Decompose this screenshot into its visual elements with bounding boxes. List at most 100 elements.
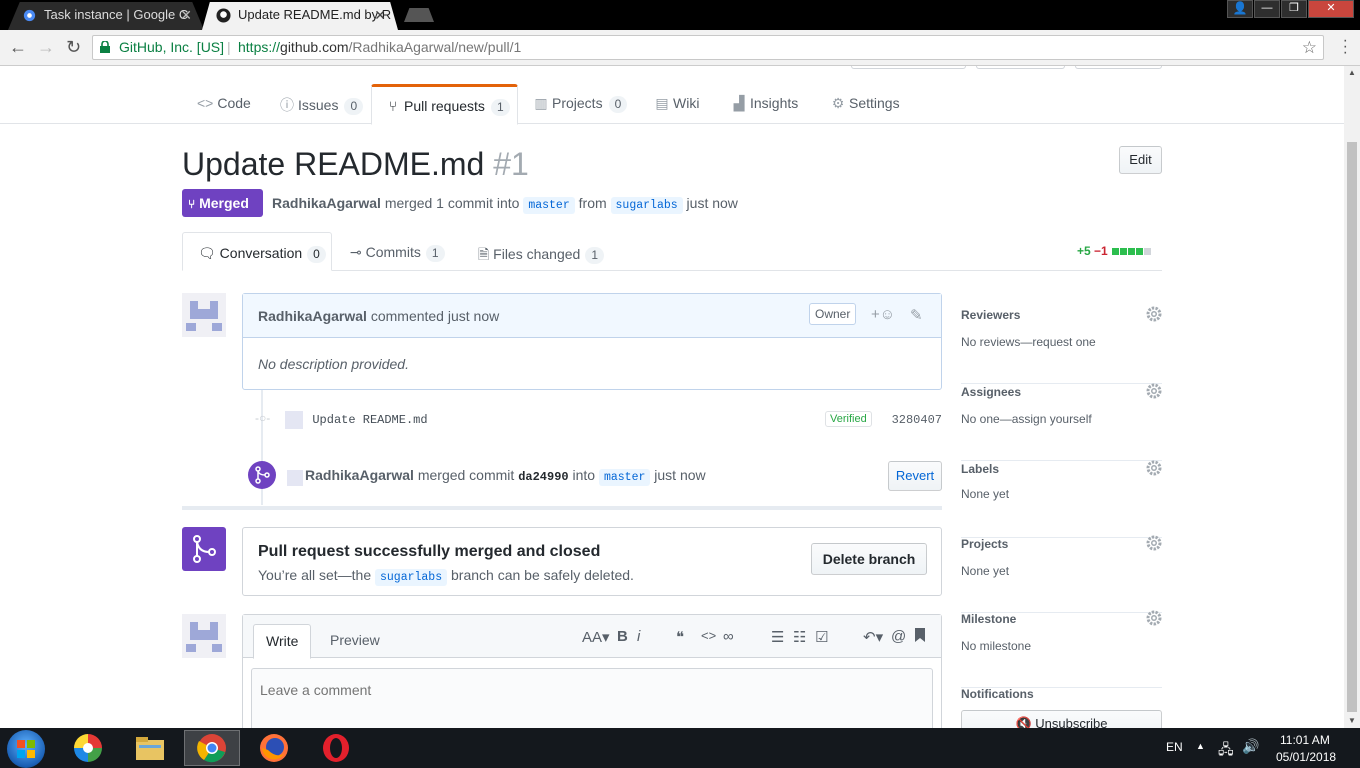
sidebar-value[interactable]: No reviews—request one [961,335,1096,349]
base-branch[interactable]: master [523,197,575,214]
repo-nav-projects[interactable]: ▥ Projects 0 [534,95,628,113]
merge-author[interactable]: RadhikaAgarwal [305,467,414,483]
avatar[interactable] [285,411,303,429]
comment-author[interactable]: RadhikaAgarwal [258,308,367,324]
minimize-button[interactable]: — [1254,0,1280,18]
taskbar-file-explorer[interactable] [122,730,178,766]
tab-write[interactable]: Write [253,624,312,659]
taskbar-chrome[interactable] [184,730,240,766]
edit-title-button[interactable]: Edit [1119,146,1162,174]
gear-icon[interactable] [1146,460,1162,476]
reload-icon[interactable]: ↻ [66,37,81,58]
folder-icon [136,737,164,760]
address-bar[interactable]: GitHub, Inc. [US] | https://github.com/R… [92,35,1324,60]
repo-nav-insights[interactable]: ▟ Insights [732,95,799,112]
numbered-list-icon[interactable]: ☷ [793,628,806,646]
back-arrow-icon[interactable]: ← [9,37,27,58]
site-identity[interactable]: GitHub, Inc. [US] [119,36,224,59]
clock-date[interactable]: 05/01/2018 [1276,750,1336,764]
verified-badge[interactable]: Verified [825,411,872,427]
sidebar-assignees[interactable]: Assignees No one—assign yourself [961,383,1162,461]
url-text[interactable]: https://github.com/RadhikaAgarwal/new/pu… [238,36,521,59]
network-icon[interactable]: 🖧 [1218,739,1234,763]
quote-icon[interactable]: ❝ [676,628,684,646]
sidebar-projects[interactable]: Projects None yet [961,535,1162,613]
count-badge: 0 [307,246,326,263]
show-hidden-icons-arrow-icon[interactable]: ▲ [1196,741,1205,751]
user-profile-icon[interactable]: 👤 [1227,0,1253,18]
scrollbar-thumb[interactable] [1347,142,1357,712]
comment-composer: Write Preview AA▾ B i ❝ <> ∞ ☰ ☷ ☑ ↶▾ @ [242,614,942,728]
input-language[interactable]: EN [1166,740,1183,754]
mention-icon[interactable]: @ [891,628,906,645]
author-link[interactable]: RadhikaAgarwal [272,195,381,211]
close-icon[interactable]: ✕ [374,2,386,28]
tab-preview[interactable]: Preview [318,624,392,659]
avatar[interactable] [287,470,303,486]
avatar[interactable] [182,293,226,337]
tab-files-changed[interactable]: 🗎 Files changed 1 [478,244,605,268]
scroll-down-arrow-icon[interactable]: ▼ [1348,716,1356,725]
italic-icon[interactable]: i [637,628,640,645]
add-reaction-icon[interactable]: +☺ [871,306,895,323]
deletable-branch[interactable]: sugarlabs [375,569,448,586]
close-icon[interactable]: ✕ [180,2,192,28]
browser-menu-icon[interactable]: · · · [1343,33,1348,61]
tab-commits[interactable]: ⊸ Commits 1 [350,244,445,262]
repo-nav-issues[interactable]: ⓘ Issues 0 [280,95,364,115]
volume-icon[interactable]: 🔊 [1242,738,1259,755]
unsubscribe-button[interactable]: 🔇 Unsubscribe [961,710,1162,728]
delete-branch-button[interactable]: Delete branch [811,543,927,575]
close-window-button[interactable]: ✕ [1308,0,1354,18]
forward-arrow-icon[interactable]: → [37,37,55,58]
start-button[interactable] [7,730,45,768]
merge-commit-sha[interactable]: da24990 [518,470,568,484]
revert-button[interactable]: Revert [888,461,942,491]
scroll-up-arrow-icon[interactable]: ▲ [1348,68,1356,77]
github-favicon-icon [216,8,231,23]
browser-tab-pull-request[interactable]: Update README.md by R ✕ [202,2,398,30]
sidebar-reviewers[interactable]: Reviewers No reviews—request one [961,306,1162,384]
sidebar-milestone[interactable]: Milestone No milestone [961,610,1162,688]
edit-pencil-icon[interactable]: ✎ [910,306,923,324]
repo-nav-settings[interactable]: ⚙ Settings [831,95,900,112]
maximize-button[interactable]: ❐ [1281,0,1307,18]
merge-branch[interactable]: master [598,469,651,486]
taskbar-opera[interactable] [308,730,364,766]
gear-icon[interactable] [1146,610,1162,626]
gear-icon[interactable] [1146,383,1162,399]
repo-nav-wiki[interactable]: ▤ Wiki [655,95,699,112]
gear-icon[interactable] [1146,535,1162,551]
pull-request-icon: ⑂ [388,98,398,114]
bookmark-star-icon[interactable]: ☆ [1302,36,1317,59]
taskbar-firefox[interactable] [246,730,302,766]
count-badge: 1 [585,247,605,264]
bold-icon[interactable]: B [617,628,628,645]
github-page: <> Code ⓘ Issues 0 ⑂ Pull requests 1 ▥ Project… [0,66,1344,728]
avatar[interactable] [182,614,226,658]
gear-icon[interactable] [1146,306,1162,322]
new-tab-button[interactable] [404,8,434,22]
tab-conversation[interactable]: 🗨 Conversation 0 [182,232,332,271]
repo-nav-pull-requests[interactable]: ⑂ Pull requests 1 [371,84,518,125]
clock-time[interactable]: 11:01 AM [1280,733,1330,747]
sidebar-labels[interactable]: Labels None yet [961,460,1162,538]
link-icon[interactable]: ∞ [723,628,734,645]
commit-message[interactable]: Update README.md [312,413,427,427]
diffstat[interactable]: +5 −1 [1077,244,1152,258]
code-icon[interactable]: <> [701,628,716,643]
head-branch[interactable]: sugarlabs [610,197,683,214]
reply-icon[interactable]: ↶▾ [863,628,883,646]
bulleted-list-icon[interactable]: ☰ [771,628,784,646]
repo-nav-code[interactable]: <> Code [197,95,251,111]
bookmark-icon[interactable] [915,628,925,646]
browser-tab-task-instance[interactable]: Task instance | Google C ✕ [8,2,204,30]
timeline-divider [182,506,942,510]
comment-textarea[interactable] [251,668,933,728]
heading-icon[interactable]: AA▾ [582,628,610,646]
page-scrollbar[interactable]: ▲ ▼ [1344,66,1360,728]
commit-sha[interactable]: 3280407 [892,413,942,427]
sidebar-value[interactable]: No one—assign yourself [961,412,1092,426]
task-list-icon[interactable]: ☑ [815,628,828,646]
taskbar-picasa[interactable] [60,730,116,766]
